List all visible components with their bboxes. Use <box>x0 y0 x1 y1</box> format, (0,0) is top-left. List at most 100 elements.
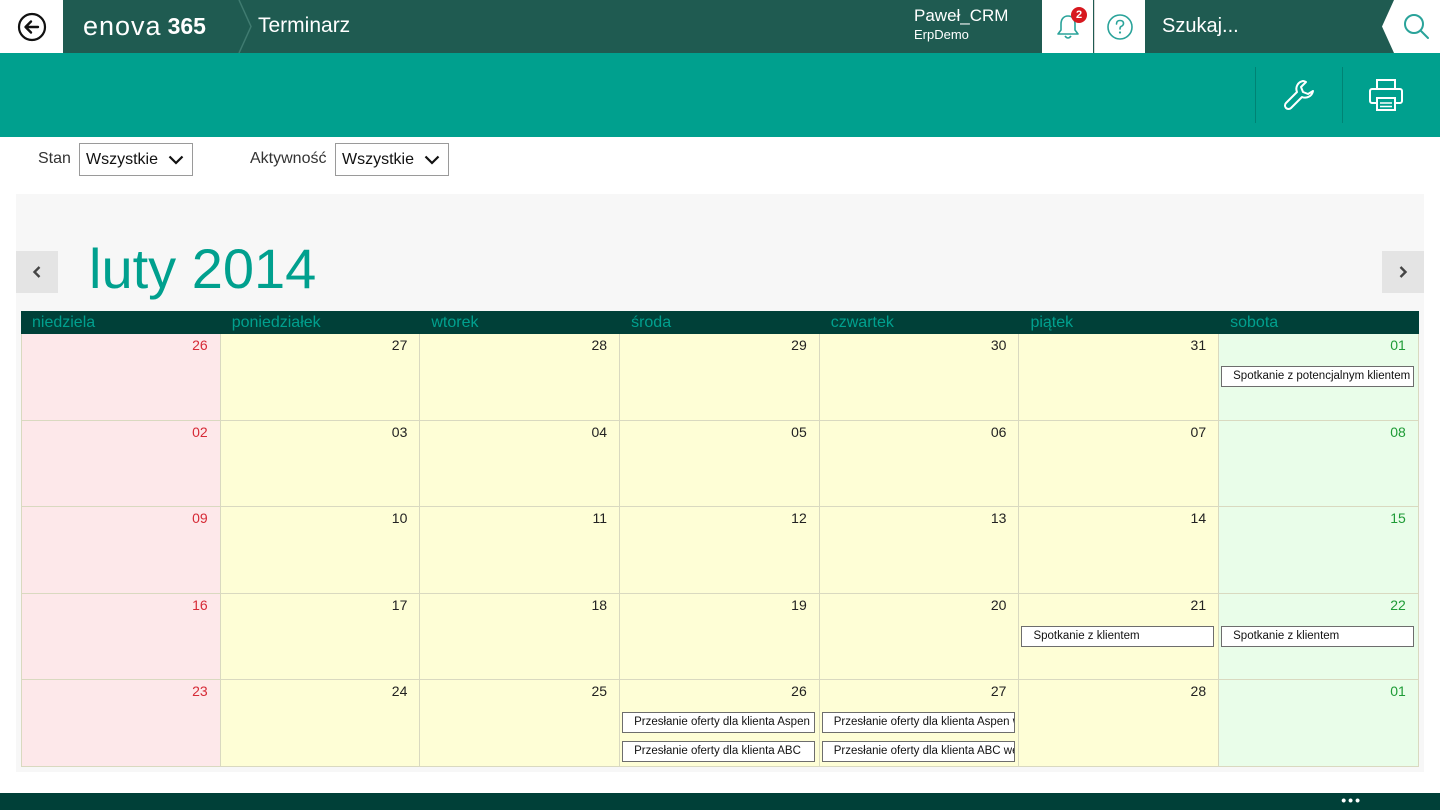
day-number: 27 <box>391 337 408 353</box>
calendar-weeks: 26 27 28 29 30 31 01 Spotkanie z potencjalnym k… <box>21 334 1419 767</box>
back-arrow-icon <box>17 12 46 41</box>
day-number: 22 <box>1390 596 1406 613</box>
day-cell[interactable]: 28 <box>1019 680 1220 767</box>
day-number: 11 <box>592 510 608 527</box>
day-number: 05 <box>791 423 807 440</box>
calendar-event[interactable]: Przesłanie oferty dla klienta Aspen <box>622 712 816 734</box>
day-cell[interactable]: 02 <box>21 420 221 508</box>
settings-button[interactable] <box>1256 53 1342 137</box>
calendar-event[interactable]: Przesłanie oferty dla klienta ABC <box>622 741 816 763</box>
brand-text: enova <box>83 11 162 41</box>
chevron-left-icon <box>32 266 41 278</box>
day-number: 24 <box>391 683 408 700</box>
previous-month-button[interactable] <box>16 251 58 293</box>
calendar-event[interactable]: Spotkanie z klientem <box>1221 625 1415 647</box>
calendar-event[interactable]: Przesłanie oferty dla klienta ABC we <box>821 741 1015 763</box>
day-cell[interactable]: 23 <box>21 680 221 767</box>
brand-suffix: 365 <box>167 13 206 39</box>
status-bar: ••• <box>0 793 1440 810</box>
day-number: 20 <box>990 596 1007 613</box>
print-button[interactable] <box>1343 53 1429 137</box>
calendar-event[interactable]: Spotkanie z potencjalnym klientem <box>1221 366 1415 387</box>
toolbar <box>0 53 1440 137</box>
stan-select[interactable]: Wszystkie <box>79 143 193 176</box>
search-button[interactable] <box>1382 0 1440 53</box>
day-cell[interactable]: 30 <box>819 334 1020 421</box>
aktywnosc-select-value: Wszystkie <box>342 151 414 168</box>
day-number: 21 <box>1190 596 1207 613</box>
printer-icon <box>1369 79 1403 111</box>
day-number: 01 <box>1390 683 1406 700</box>
day-cell[interactable]: 03 <box>220 420 421 508</box>
stan-select-value: Wszystkie <box>86 151 158 168</box>
day-cell[interactable]: 11 <box>420 507 621 594</box>
day-cell[interactable]: 08 <box>1219 420 1419 508</box>
user-info[interactable]: Paweł_CRM ErpDemo <box>914 6 1008 44</box>
day-cell[interactable]: 19 <box>620 593 820 681</box>
notification-badge: 2 <box>1071 7 1087 23</box>
day-cell[interactable]: 05 <box>620 420 820 508</box>
aktywnosc-label: Aktywność <box>250 150 327 167</box>
aktywnosc-select[interactable]: Wszystkie <box>335 143 449 176</box>
day-cell[interactable]: 07 <box>1019 420 1220 508</box>
day-cell[interactable]: 25 <box>420 680 621 767</box>
day-cell[interactable]: 24 <box>220 680 421 767</box>
weekday-header: niedziela <box>32 314 96 331</box>
page-title: Terminarz <box>258 14 351 37</box>
day-number: 08 <box>1390 423 1406 440</box>
day-cell[interactable]: 04 <box>420 420 621 508</box>
day-cell[interactable]: 15 <box>1219 507 1419 594</box>
day-number: 06 <box>990 423 1007 440</box>
day-cell[interactable]: 26 Przesłanie oferty dla klienta Aspen Prz… <box>620 680 820 767</box>
day-cell[interactable]: 20 <box>819 593 1020 681</box>
day-cell[interactable]: 10 <box>220 507 421 594</box>
next-month-button[interactable] <box>1382 251 1424 293</box>
week-row: 23 24 25 26 Przesłanie oferty dla klienta As… <box>21 680 1419 767</box>
day-cell[interactable]: 12 <box>620 507 820 594</box>
day-number: 26 <box>192 337 208 353</box>
calendar-event[interactable]: Przesłanie oferty dla klienta Aspen w <box>821 712 1015 734</box>
day-number: 04 <box>591 423 608 440</box>
help-button[interactable] <box>1094 0 1145 53</box>
day-number: 28 <box>591 337 608 353</box>
day-number: 02 <box>192 423 208 440</box>
day-cell[interactable]: 09 <box>21 507 221 594</box>
week-row: 26 27 28 29 30 31 01 Spotkanie z potencjalnym k… <box>21 334 1419 421</box>
day-cell[interactable]: 13 <box>819 507 1020 594</box>
day-number: 19 <box>791 596 807 613</box>
breadcrumb-separator-icon <box>238 0 252 53</box>
search-input[interactable]: Szukaj... <box>1146 0 1386 53</box>
back-button[interactable] <box>0 0 63 53</box>
notifications-button[interactable]: 2 <box>1042 0 1093 53</box>
more-options-button[interactable]: ••• <box>1341 793 1362 810</box>
weekday-header: środa <box>631 314 672 331</box>
day-cell[interactable]: 14 <box>1019 507 1220 594</box>
day-cell[interactable]: 28 <box>420 334 621 421</box>
day-cell[interactable]: 01 <box>1219 680 1419 767</box>
day-cell[interactable]: 31 <box>1019 334 1220 421</box>
day-cell[interactable]: 01 Spotkanie z potencjalnym klientem <box>1219 334 1419 421</box>
day-cell[interactable]: 16 <box>21 593 221 681</box>
user-name: Paweł_CRM <box>914 6 1009 25</box>
weekday-header-row: niedziela poniedziałek wtorek środa czwa… <box>21 311 1419 334</box>
day-cell[interactable]: 21 Spotkanie z klientem <box>1019 593 1220 681</box>
day-number: 23 <box>192 683 208 700</box>
chevron-right-icon <box>1399 266 1408 278</box>
day-number: 13 <box>990 510 1007 527</box>
day-cell[interactable]: 06 <box>819 420 1020 508</box>
day-number: 09 <box>192 510 208 527</box>
day-cell[interactable]: 29 <box>620 334 820 421</box>
day-number: 14 <box>1190 510 1207 527</box>
month-title: luty 2014 <box>89 237 317 300</box>
help-icon <box>1107 13 1133 40</box>
day-cell[interactable]: 22 Spotkanie z klientem <box>1219 593 1419 681</box>
day-cell[interactable]: 27 <box>220 334 421 421</box>
day-cell[interactable]: 26 <box>21 334 221 421</box>
calendar-event[interactable]: Spotkanie z klientem <box>1021 625 1215 647</box>
week-row: 02 03 04 05 06 07 08 <box>21 420 1419 508</box>
day-cell[interactable]: 27 Przesłanie oferty dla klienta Aspen w P… <box>819 680 1020 767</box>
day-number: 01 <box>1390 337 1406 353</box>
day-cell[interactable]: 17 <box>220 593 421 681</box>
day-cell[interactable]: 18 <box>420 593 621 681</box>
database-name: ErpDemo <box>914 27 969 42</box>
